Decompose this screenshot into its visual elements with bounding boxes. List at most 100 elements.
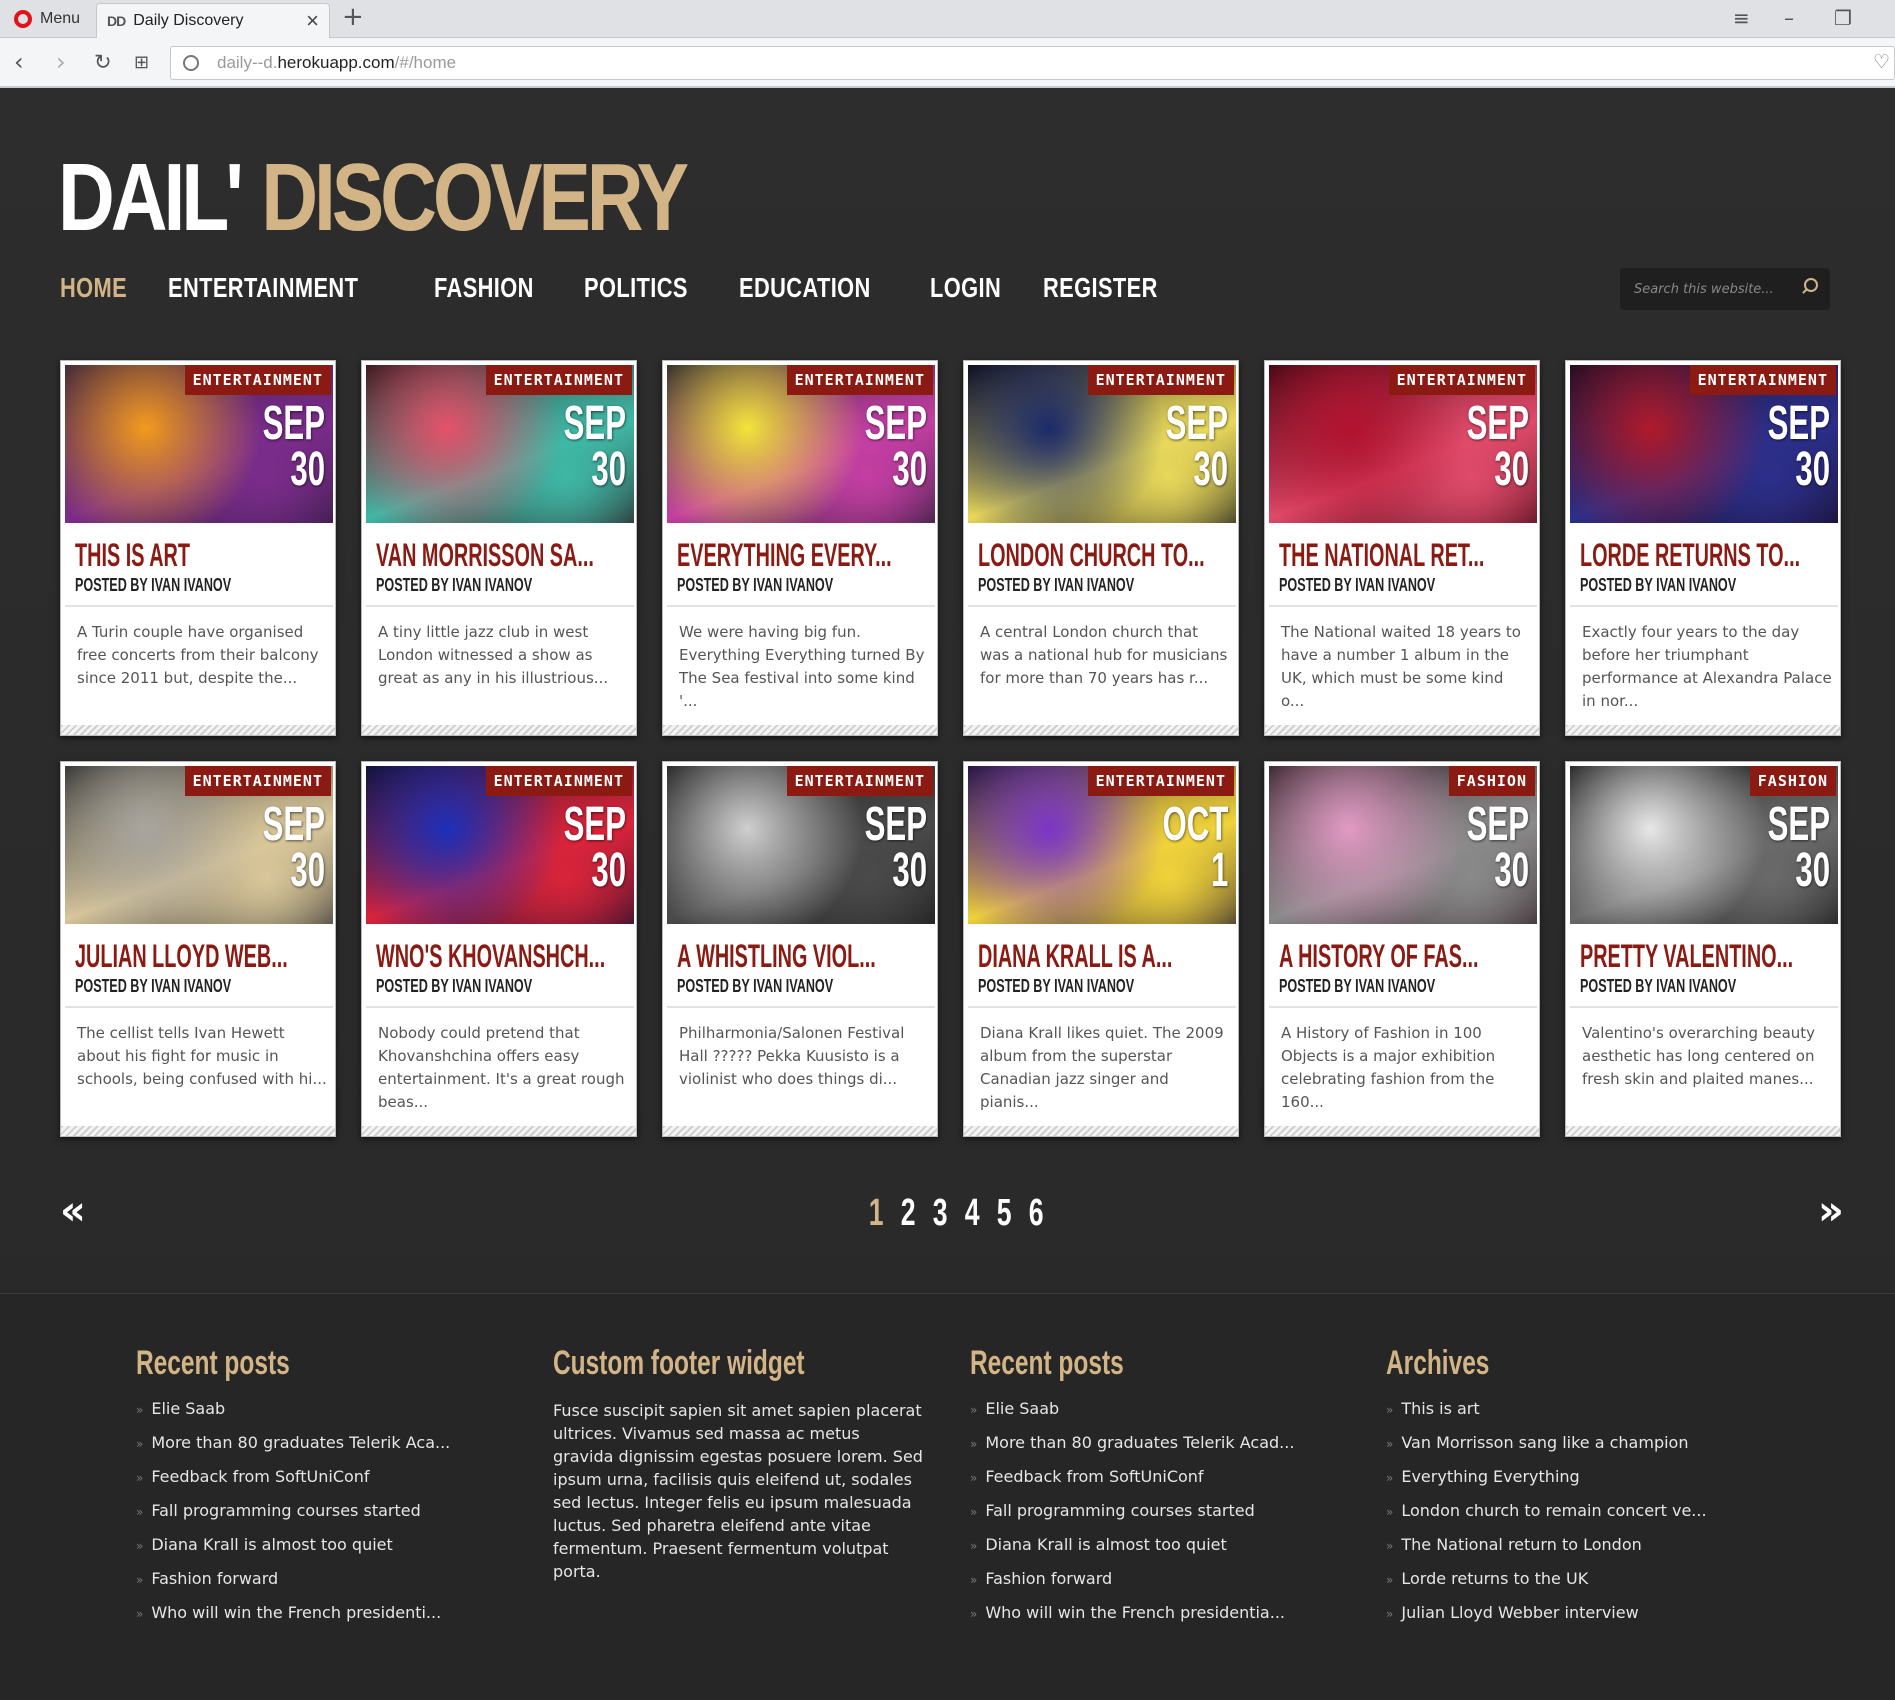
page-numbers: 1 2 3 4 5 6: [866, 1192, 1044, 1235]
chevron-right-icon: »: [970, 1471, 978, 1485]
footer-link-label: Lorde returns to the UK: [1401, 1569, 1589, 1588]
footer-link[interactable]: » Fall programming courses started: [136, 1501, 516, 1535]
category-badge[interactable]: ENTERTAINMENT: [786, 766, 933, 796]
post-card[interactable]: ENTERTAINMENT SEP 30 VAN MORRISSON SA... POS…: [361, 360, 637, 736]
nav-entertainment[interactable]: ENTERTAINMENT: [168, 272, 358, 304]
footer-link[interactable]: » Feedback from SoftUniConf: [970, 1467, 1350, 1501]
nav-education[interactable]: EDUCATION: [739, 272, 871, 304]
post-title[interactable]: PRETTY VALENTINO...: [1580, 938, 1803, 975]
footer-link[interactable]: » Who will win the French presidenti...: [136, 1603, 516, 1637]
url-input[interactable]: daily--d. herokuapp.com/#/home ♡: [170, 46, 1895, 80]
category-badge[interactable]: FASHION: [1448, 766, 1535, 796]
globe-icon: [183, 55, 199, 71]
footer-link[interactable]: » Fashion forward: [136, 1569, 516, 1603]
page-2-link[interactable]: 2: [901, 1192, 916, 1235]
footer-link[interactable]: » Diana Krall is almost too quiet: [136, 1535, 516, 1569]
tab-menu-icon[interactable]: ≡: [1733, 6, 1750, 30]
category-badge[interactable]: ENTERTAINMENT: [485, 766, 632, 796]
back-icon[interactable]: ‹: [14, 48, 24, 76]
footer-link[interactable]: » Elie Saab: [136, 1399, 516, 1433]
nav-politics[interactable]: POLITICS: [584, 272, 688, 304]
url-domain: herokuapp.com: [277, 53, 395, 72]
category-badge[interactable]: ENTERTAINMENT: [1388, 365, 1535, 395]
footer-link[interactable]: » Julian Lloyd Webber interview: [1386, 1603, 1766, 1637]
footer-link[interactable]: » Fashion forward: [970, 1569, 1350, 1603]
footer-link[interactable]: » More than 80 graduates Telerik Acad...: [970, 1433, 1350, 1467]
footer-link[interactable]: » Fall programming courses started: [970, 1501, 1350, 1535]
post-card[interactable]: ENTERTAINMENT SEP 30 WNO'S KHOVANSHCH... POS…: [361, 761, 637, 1137]
post-title[interactable]: LORDE RETURNS TO...: [1580, 537, 1803, 574]
post-title[interactable]: A HISTORY OF FAS...: [1279, 938, 1502, 975]
post-title[interactable]: DIANA KRALL IS A...: [978, 938, 1201, 975]
card-divider: [1570, 605, 1838, 607]
footer-link[interactable]: » Diana Krall is almost too quiet: [970, 1535, 1350, 1569]
chevron-right-icon: »: [136, 1573, 144, 1587]
post-card[interactable]: FASHION SEP 30 A HISTORY OF FAS... POSTED BY…: [1264, 761, 1540, 1137]
category-badge[interactable]: ENTERTAINMENT: [1087, 766, 1234, 796]
category-badge[interactable]: ENTERTAINMENT: [1087, 365, 1234, 395]
restore-icon[interactable]: ❐: [1834, 6, 1852, 30]
footer-link[interactable]: » Who will win the French presidentia...: [970, 1603, 1350, 1637]
post-title[interactable]: A WHISTLING VIOL...: [677, 938, 900, 975]
post-card[interactable]: ENTERTAINMENT SEP 30 LONDON CHURCH TO... POS…: [963, 360, 1239, 736]
category-badge[interactable]: ENTERTAINMENT: [184, 365, 331, 395]
card-divider: [1269, 1006, 1537, 1008]
post-title[interactable]: EVERYTHING EVERY...: [677, 537, 900, 574]
new-tab-icon[interactable]: +: [342, 2, 364, 32]
post-card[interactable]: ENTERTAINMENT SEP 30 A WHISTLING VIOL... POS…: [662, 761, 938, 1137]
minimize-icon[interactable]: –: [1784, 6, 1794, 30]
chevron-right-icon: »: [136, 1471, 144, 1485]
post-card[interactable]: ENTERTAINMENT SEP 30 THIS IS ART POSTED BY I…: [60, 360, 336, 736]
post-card[interactable]: ENTERTAINMENT SEP 30 EVERYTHING EVERY... POS…: [662, 360, 938, 736]
prev-page-button[interactable]: «: [60, 1188, 86, 1234]
browser-menu-button[interactable]: Menu: [0, 0, 92, 38]
category-badge[interactable]: ENTERTAINMENT: [485, 365, 632, 395]
footer-link[interactable]: » The National return to London: [1386, 1535, 1766, 1569]
footer-link[interactable]: » Van Morrisson sang like a champion: [1386, 1433, 1766, 1467]
page-1-link[interactable]: 1: [869, 1192, 884, 1235]
speed-dial-icon[interactable]: ⊞: [134, 52, 149, 73]
tab-close-icon[interactable]: ×: [306, 8, 319, 34]
footer-link[interactable]: » Everything Everything: [1386, 1467, 1766, 1501]
category-badge[interactable]: FASHION: [1749, 766, 1836, 796]
reload-icon[interactable]: ↻: [94, 50, 112, 74]
nav-fashion[interactable]: FASHION: [434, 272, 534, 304]
post-title[interactable]: WNO'S KHOVANSHCH...: [376, 938, 605, 975]
footer-link-label: Who will win the French presidentia...: [985, 1603, 1285, 1622]
nav-login[interactable]: LOGIN: [930, 272, 1001, 304]
category-badge[interactable]: ENTERTAINMENT: [786, 365, 933, 395]
post-title[interactable]: THE NATIONAL RET...: [1279, 537, 1502, 574]
main-nav: HOME ENTERTAINMENT FASHION POLITICS EDUC…: [60, 272, 1174, 304]
category-badge[interactable]: ENTERTAINMENT: [1689, 365, 1836, 395]
post-title[interactable]: THIS IS ART: [75, 537, 298, 574]
nav-home[interactable]: HOME: [60, 272, 127, 304]
browser-tab-active[interactable]: DD Daily Discovery ×: [96, 3, 330, 38]
post-card[interactable]: ENTERTAINMENT SEP 30 LORDE RETURNS TO... POS…: [1565, 360, 1841, 736]
page-3-link[interactable]: 3: [933, 1192, 948, 1235]
bookmark-heart-icon[interactable]: ♡: [1873, 51, 1890, 74]
page-6-link[interactable]: 6: [1029, 1192, 1044, 1235]
post-card[interactable]: ENTERTAINMENT SEP 30 THE NATIONAL RET... POS…: [1264, 360, 1540, 736]
footer-link[interactable]: » Feedback from SoftUniConf: [136, 1467, 516, 1501]
footer-recent-posts-2: Recent posts » Elie Saab » More than 80 gr…: [970, 1344, 1350, 1637]
post-card[interactable]: ENTERTAINMENT OCT 1 DIANA KRALL IS A... POST…: [963, 761, 1239, 1137]
post-title[interactable]: LONDON CHURCH TO...: [978, 537, 1205, 574]
post-card[interactable]: ENTERTAINMENT SEP 30 JULIAN LLOYD WEB... POS…: [60, 761, 336, 1137]
search-icon[interactable]: [1804, 278, 1818, 292]
post-title[interactable]: JULIAN LLOYD WEB...: [75, 938, 298, 975]
footer-link[interactable]: » More than 80 graduates Telerik Aca...: [136, 1433, 516, 1467]
nav-register[interactable]: REGISTER: [1043, 272, 1158, 304]
search-input[interactable]: [1634, 281, 1794, 297]
post-title[interactable]: VAN MORRISSON SA...: [376, 537, 599, 574]
forward-icon[interactable]: ›: [56, 48, 66, 76]
site-logo[interactable]: DAIL' DISCOVERY: [58, 150, 689, 246]
footer-link[interactable]: » This is art: [1386, 1399, 1766, 1433]
page-5-link[interactable]: 5: [997, 1192, 1012, 1235]
footer-link[interactable]: » Lorde returns to the UK: [1386, 1569, 1766, 1603]
post-card[interactable]: FASHION SEP 30 PRETTY VALENTINO... POSTED BY…: [1565, 761, 1841, 1137]
next-page-button[interactable]: »: [1818, 1188, 1844, 1234]
footer-link[interactable]: » London church to remain concert ve...: [1386, 1501, 1766, 1535]
footer-link[interactable]: » Elie Saab: [970, 1399, 1350, 1433]
category-badge[interactable]: ENTERTAINMENT: [184, 766, 331, 796]
page-4-link[interactable]: 4: [965, 1192, 980, 1235]
